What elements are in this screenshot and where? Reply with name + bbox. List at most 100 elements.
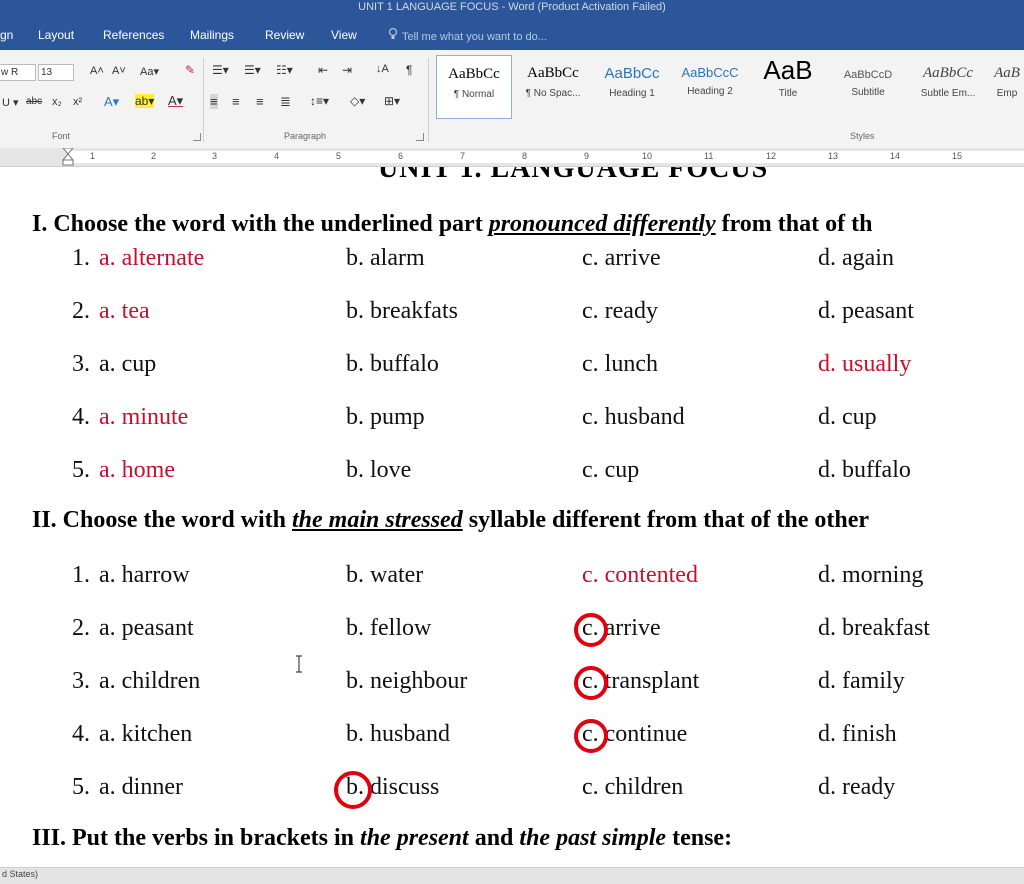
- borders-icon[interactable]: ⊞▾: [384, 94, 400, 108]
- style-title[interactable]: AaB Title: [752, 55, 824, 117]
- style-name: Heading 2: [687, 86, 733, 97]
- q3-option-d: d. usually: [818, 351, 912, 377]
- s2-q3-option-a: a. children: [99, 668, 201, 694]
- style-emphasis[interactable]: AaB Emp: [990, 55, 1024, 117]
- tab-view[interactable]: View: [331, 28, 357, 42]
- s2-q4-number: 4.: [72, 721, 90, 747]
- tab-design[interactable]: gn: [0, 28, 13, 42]
- section-2-emphasis: the main stressed: [292, 507, 463, 533]
- justify-icon[interactable]: ≣: [280, 94, 291, 110]
- align-left-icon[interactable]: ≡: [210, 94, 218, 109]
- s2-q4-option-d: d. finish: [818, 721, 897, 747]
- style-preview: AaB: [994, 65, 1020, 81]
- font-name-box[interactable]: w R: [0, 64, 36, 81]
- underline-icon[interactable]: U ▾: [2, 96, 19, 109]
- document-page[interactable]: UNIT 1. LANGUAGE FOCUS I. Choose the wor…: [0, 167, 1024, 867]
- style-normal[interactable]: AaBbCc ¶ Normal: [436, 55, 512, 119]
- ribbon: w R 13 A˄ A˅ Aa▾ ✎ U ▾ abc x₂ x² A▾ ab▾ …: [0, 50, 1024, 149]
- answer-circle: [334, 771, 372, 809]
- font-dialog-launcher-icon[interactable]: [193, 133, 201, 141]
- change-case-icon[interactable]: Aa▾: [140, 65, 159, 78]
- s2-q1-number: 1.: [72, 562, 90, 588]
- text-effects-icon[interactable]: A▾: [104, 94, 119, 110]
- s2-q1-option-a: a. harrow: [99, 562, 190, 588]
- answer-circle: [574, 613, 608, 647]
- tab-mailings[interactable]: Mailings: [190, 28, 234, 42]
- style-preview: AaBbCc: [923, 65, 973, 81]
- style-heading-1[interactable]: AaBbCc Heading 1: [596, 55, 668, 117]
- line-spacing-icon[interactable]: ↕≡▾: [310, 94, 329, 108]
- style-name: Heading 1: [609, 88, 655, 99]
- style-heading-2[interactable]: AaBbCcC Heading 2: [674, 55, 746, 117]
- q1-number: 1.: [72, 245, 90, 271]
- section-1-heading: I. Choose the word with the underlined p…: [32, 211, 872, 238]
- shading-icon[interactable]: ◇▾: [350, 94, 365, 108]
- section-3-mid: and: [468, 825, 520, 851]
- q2-option-c: c. ready: [582, 298, 658, 324]
- tab-layout[interactable]: Layout: [38, 28, 74, 42]
- highlight-icon[interactable]: ab▾: [135, 94, 155, 108]
- q3-number: 3.: [72, 351, 90, 377]
- ruler-number: 4: [274, 151, 280, 161]
- unit-heading: UNIT 1. LANGUAGE FOCUS: [378, 167, 768, 181]
- ruler-number: 13: [828, 151, 839, 161]
- grow-font-icon[interactable]: A˄: [90, 65, 104, 77]
- clear-format-icon[interactable]: ✎: [185, 63, 195, 77]
- style-preview: AaBbCc: [448, 66, 500, 82]
- answer-circle: [574, 719, 608, 753]
- pilcrow-icon[interactable]: ¶: [406, 63, 412, 77]
- paragraph-group-label: Paragraph: [284, 131, 327, 141]
- indent-marker-icon[interactable]: [62, 148, 74, 166]
- tab-references[interactable]: References: [103, 28, 164, 42]
- align-right-icon[interactable]: ≡: [256, 94, 264, 109]
- s2-q2-option-b: b. fellow: [346, 615, 432, 641]
- ruler-number: 6: [398, 151, 404, 161]
- shrink-font-icon[interactable]: A˅: [112, 65, 126, 77]
- decrease-indent-icon[interactable]: ⇤: [318, 63, 328, 77]
- numbering-icon[interactable]: ☰▾: [244, 63, 261, 77]
- ruler[interactable]: 1 2 3 4 5 6 7 8 9 10 11 12 13 14 15: [0, 148, 1024, 167]
- font-color-icon[interactable]: A▾: [168, 93, 183, 109]
- paragraph-dialog-launcher-icon[interactable]: [416, 133, 424, 141]
- ruler-number: 12: [766, 151, 777, 161]
- subscript-icon[interactable]: x₂: [52, 96, 62, 108]
- style-name: Emp: [996, 88, 1018, 99]
- bullets-icon[interactable]: ☰▾: [212, 63, 229, 77]
- strikethrough-icon[interactable]: abc: [26, 96, 42, 107]
- q2-number: 2.: [72, 298, 90, 324]
- tab-review[interactable]: Review: [265, 28, 304, 42]
- s2-q5-option-c: c. children: [582, 774, 684, 800]
- superscript-icon[interactable]: x²: [73, 96, 82, 108]
- status-language[interactable]: d States): [2, 869, 38, 879]
- answer-circle: [574, 666, 608, 700]
- style-name: ¶ No Spac...: [525, 88, 581, 99]
- s2-q5-option-d: d. ready: [818, 774, 896, 800]
- ruler-number: 8: [522, 151, 528, 161]
- section-2-rest: syllable different from that of the othe…: [462, 507, 870, 533]
- style-subtitle[interactable]: AaBbCcD Subtitle: [830, 55, 906, 117]
- q5-number: 5.: [72, 457, 90, 483]
- text-cursor-icon: [296, 655, 302, 673]
- s2-q5-number: 5.: [72, 774, 90, 800]
- sort-icon[interactable]: ↓A: [376, 63, 389, 75]
- style-name: Title: [778, 88, 798, 99]
- group-divider: [203, 58, 204, 142]
- increase-indent-icon[interactable]: ⇥: [342, 63, 352, 77]
- style-no-spacing[interactable]: AaBbCc ¶ No Spac...: [516, 55, 590, 117]
- style-name: Subtle Em...: [920, 88, 976, 99]
- section-3-rest: tense:: [666, 825, 733, 851]
- style-preview: AaBbCcC: [681, 65, 739, 80]
- multilevel-list-icon[interactable]: ☷▾: [276, 63, 293, 77]
- style-preview: AaBbCcD: [843, 69, 893, 81]
- align-center-icon[interactable]: ≡: [232, 94, 240, 109]
- section-3-text: III. Put the verbs in brackets in: [32, 825, 361, 851]
- q2-option-a: a. tea: [99, 298, 150, 324]
- q1-option-d: d. again: [818, 245, 894, 271]
- style-subtle-emphasis[interactable]: AaBbCc Subtle Em...: [910, 55, 986, 117]
- ruler-number: 15: [952, 151, 963, 161]
- font-size-box[interactable]: 13: [38, 64, 74, 81]
- tell-me-box[interactable]: Tell me what you want to do...: [388, 28, 547, 43]
- section-3-heading: III. Put the verbs in brackets in the pr…: [32, 825, 732, 852]
- q3-option-a: a. cup: [99, 351, 157, 377]
- section-1-rest: from that of th: [715, 211, 873, 237]
